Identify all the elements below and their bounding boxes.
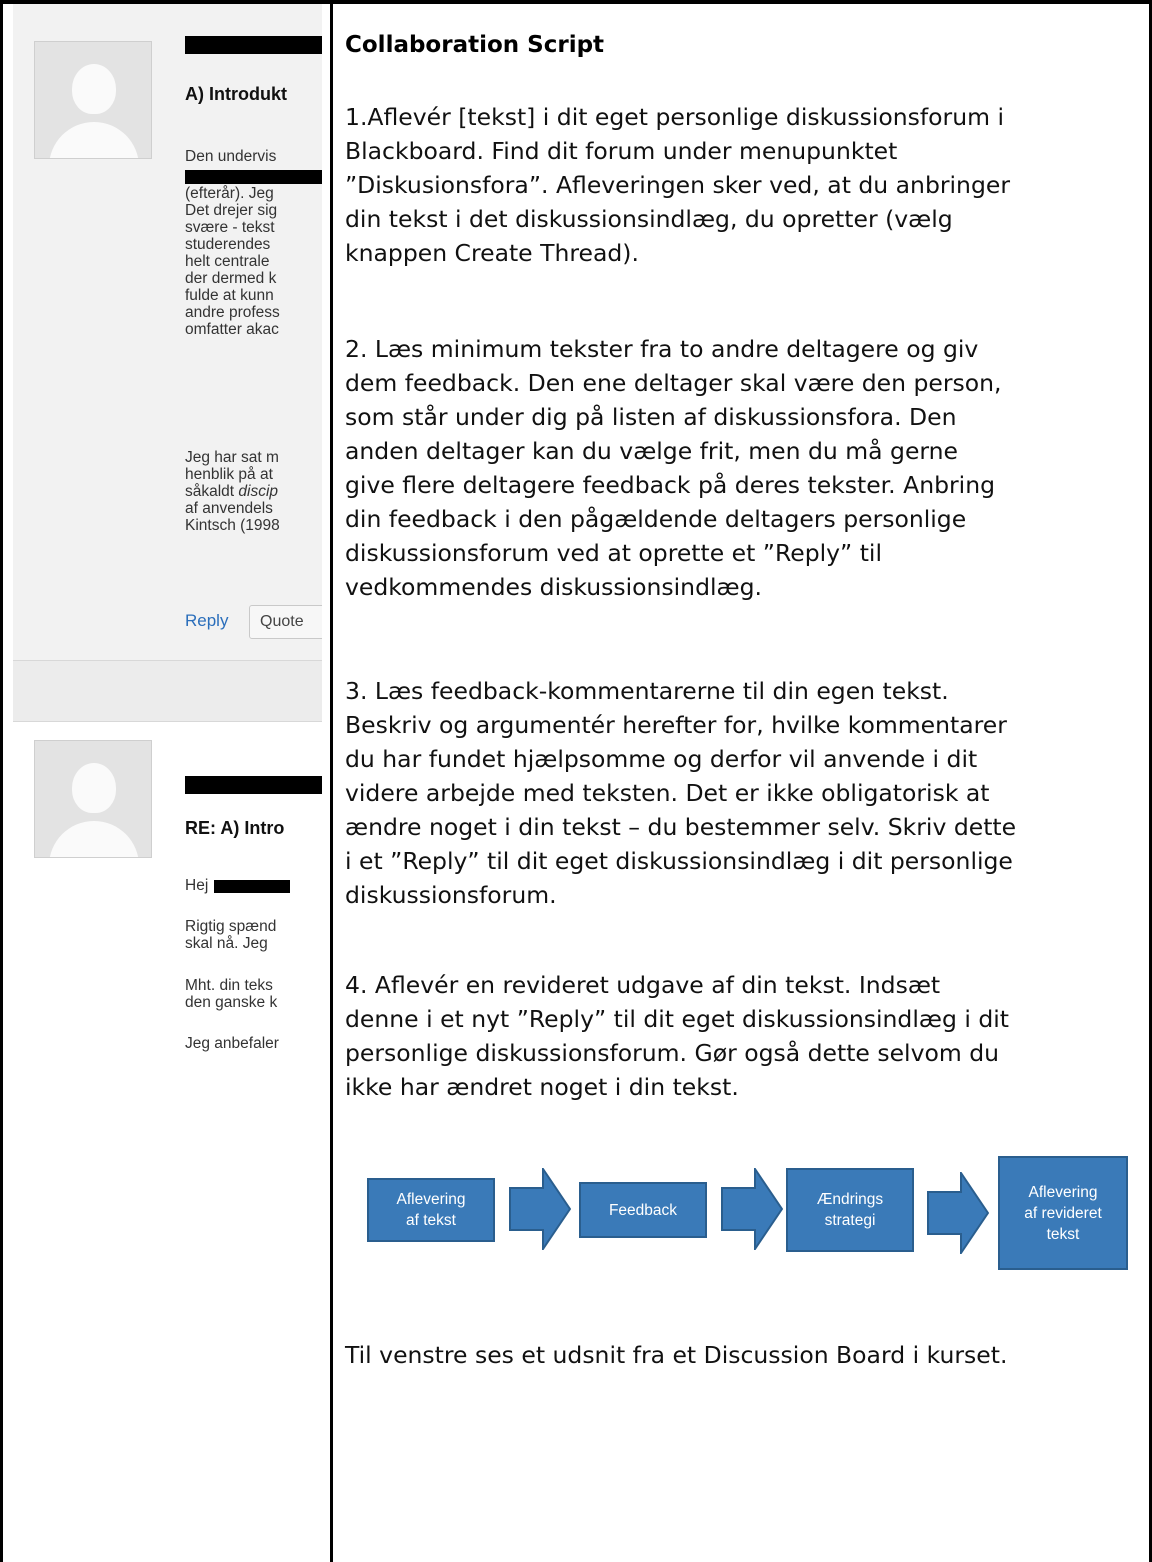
flow-step-feedback: Feedback xyxy=(579,1182,707,1238)
redacted-author-name xyxy=(185,776,322,794)
left-border xyxy=(0,0,3,1562)
post-body-paragraph: (efterår). Jeg Det drejer sig svære - te… xyxy=(185,185,280,338)
flow-step-revideret-tekst: Aflevering af revideret tekst xyxy=(998,1156,1128,1270)
post-body-paragraph: Rigtig spænd skal nå. Jeg xyxy=(185,918,277,952)
caption: Til venstre ses et udsnit fra et Discuss… xyxy=(345,1341,1008,1369)
discussion-board-excerpt: A) Introdukt Den undervis (efterår). Jeg… xyxy=(13,4,322,1562)
step-2: 2. Læs minimum tekster fra to andre delt… xyxy=(345,335,1002,601)
arrow-right-icon xyxy=(927,1172,989,1254)
avatar-placeholder-icon xyxy=(34,740,152,858)
flow-step-aendringsstrategi: Ændrings strategi xyxy=(786,1168,914,1252)
document-frame: A) Introdukt Den undervis (efterår). Jeg… xyxy=(0,0,1152,1562)
step-3: 3. Læs feedback-kommentarerne til din eg… xyxy=(345,677,1017,909)
column-divider xyxy=(330,0,333,1562)
avatar-placeholder-icon xyxy=(34,41,152,159)
post-body-paragraph: Jeg anbefaler xyxy=(185,1035,279,1052)
post-body-paragraph: Mht. din teks den ganske k xyxy=(185,977,278,1011)
post-body-paragraph: Jeg har sat m henblik på at såkaldt disc… xyxy=(185,449,280,534)
arrow-right-icon xyxy=(721,1168,783,1250)
redacted-name xyxy=(214,880,290,893)
forum-post-1: A) Introdukt Den undervis (efterår). Jeg… xyxy=(13,4,322,714)
redacted-text xyxy=(185,170,322,184)
post-separator xyxy=(13,660,322,722)
post-greeting: Hej xyxy=(185,877,209,894)
post-body-line: Den undervis xyxy=(185,148,277,165)
reply-link[interactable]: Reply xyxy=(185,611,228,631)
step-4: 4. Aflevér en revideret udgave af din te… xyxy=(345,971,1010,1101)
arrow-right-icon xyxy=(509,1168,571,1250)
flow-step-aflevering: Aflevering af tekst xyxy=(367,1178,495,1242)
redacted-author-name xyxy=(185,36,322,54)
step-1: 1.Aflevér [tekst] i dit eget personlige … xyxy=(345,103,1010,267)
script-title: Collaboration Script xyxy=(345,32,605,58)
post-title: RE: A) Intro xyxy=(185,818,285,838)
quote-button[interactable]: Quote xyxy=(249,605,322,639)
post-title: A) Introdukt xyxy=(185,84,287,104)
